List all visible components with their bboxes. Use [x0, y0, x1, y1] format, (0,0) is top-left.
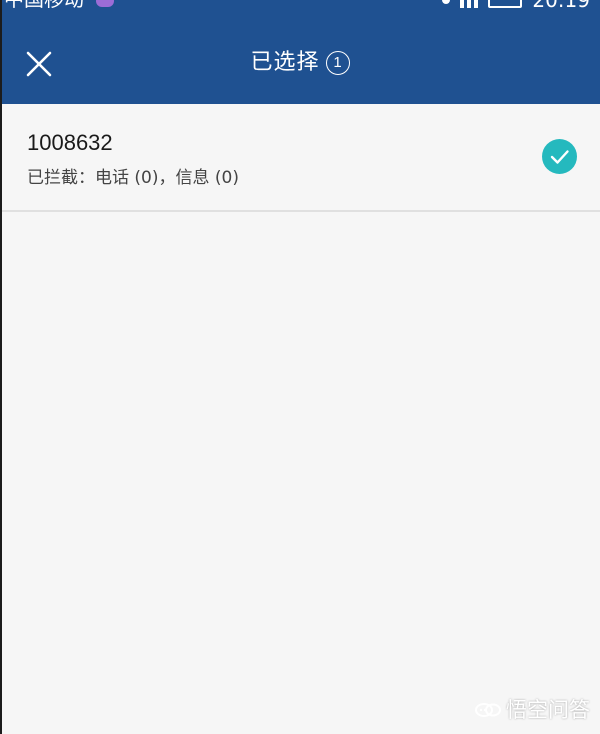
page-title: 已选择 1 — [0, 48, 600, 78]
battery-icon — [488, 0, 523, 8]
check-circle-icon[interactable] — [542, 139, 577, 174]
signal-icon — [460, 0, 479, 8]
speech-bubble-logo-icon — [474, 701, 502, 719]
screen: 中国移动 20:19 已选择 1 1008632 已拦截：电话 (0)，信息 (… — [0, 0, 600, 734]
phone-number: 1008632 — [27, 130, 113, 155]
selected-count-badge: 1 — [325, 51, 350, 75]
title-text: 已选择 — [250, 50, 320, 75]
list-item[interactable]: 1008632 已拦截：电话 (0)，信息 (0) — [0, 104, 600, 212]
app-bar: 已选择 1 — [0, 8, 600, 104]
notification-dot-icon — [96, 0, 115, 7]
blocked-summary: 已拦截：电话 (0)，信息 (0) — [27, 168, 239, 188]
wifi-icon — [442, 0, 451, 4]
empty-list-area — [0, 212, 600, 734]
watermark: 悟空问答 — [474, 698, 590, 722]
screen-edge — [0, 0, 2, 734]
watermark-text: 悟空问答 — [506, 698, 590, 722]
